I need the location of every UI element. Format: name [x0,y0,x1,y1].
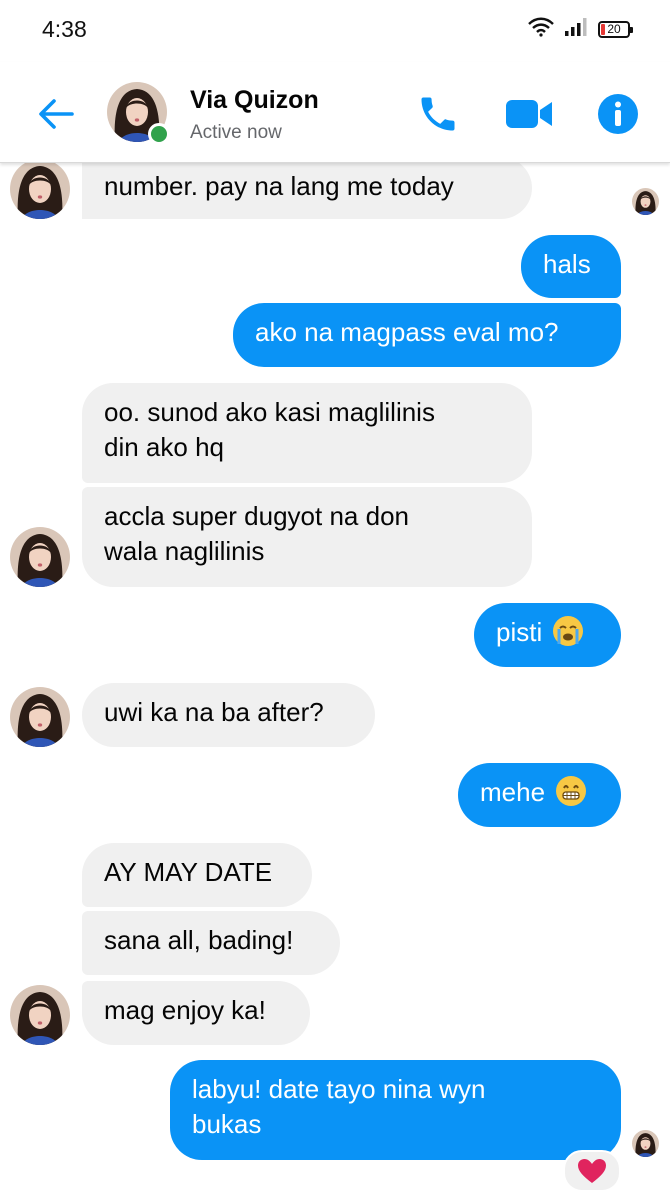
contact-avatar-small [10,163,70,219]
read-receipt-avatar [632,1130,659,1157]
phone-icon [421,97,455,131]
video-camera-icon [506,100,552,128]
contact-name[interactable]: Via Quizon [190,86,319,115]
info-icon [598,94,638,134]
message-incoming[interactable]: uwi ka na ba after? [82,683,375,747]
info-button[interactable] [594,90,642,138]
battery-icon: 20 [598,21,633,38]
message-text: mehe [480,777,546,807]
message-outgoing[interactable]: hals [521,235,621,298]
message-outgoing[interactable]: mehe [458,763,621,827]
message-incoming[interactable]: accla super dugyot na don wala naglilini… [82,487,532,587]
signal-icon [564,17,588,42]
status-time: 4:38 [42,16,87,42]
message-incoming[interactable]: number. pay na lang me today [82,163,532,219]
chat-header: Via Quizon Active now [0,62,670,163]
message-line: din ako hq [104,432,224,462]
contact-avatar-small [10,687,70,747]
status-icons: 20 [528,17,633,42]
message-incoming[interactable]: oo. sunod ako kasi maglilinis din ako hq [82,383,532,483]
message-incoming[interactable]: AY MAY DATE [82,843,312,907]
wifi-icon [528,17,554,42]
message-reaction[interactable] [563,1150,621,1192]
message-text: pisti [496,617,543,647]
battery-level: 20 [607,22,621,36]
status-bar: 4:38 20 [0,0,670,62]
message-line: wala naglilinis [104,536,265,566]
voice-call-button[interactable] [414,90,462,138]
message-line: bukas [192,1109,262,1139]
arrow-left-icon [39,99,74,129]
message-incoming[interactable]: mag enjoy ka! [82,981,310,1045]
message-outgoing[interactable]: ako na magpass eval mo? [233,303,621,367]
message-line: accla super dugyot na don [104,501,409,531]
message-line: labyu! date tayo nina wyn [192,1074,486,1104]
read-receipt-avatar [632,188,659,215]
message-outgoing[interactable]: labyu! date tayo nina wyn bukas [170,1060,621,1160]
message-line: oo. sunod ako kasi maglilinis [104,397,435,427]
crying-face-emoji-icon [553,616,584,646]
contact-avatar-small [10,985,70,1045]
contact-avatar-small [10,527,70,587]
grinning-face-emoji-icon [556,776,587,806]
message-incoming[interactable]: sana all, bading! [82,911,340,975]
contact-status: Active now [190,122,282,143]
video-call-button[interactable] [505,90,553,138]
heart-icon [578,1159,606,1183]
online-indicator [148,123,170,145]
back-button[interactable] [34,92,78,136]
message-thread[interactable]: number. pay na lang me today hals ako na… [0,163,670,1200]
message-outgoing[interactable]: pisti [474,603,621,667]
